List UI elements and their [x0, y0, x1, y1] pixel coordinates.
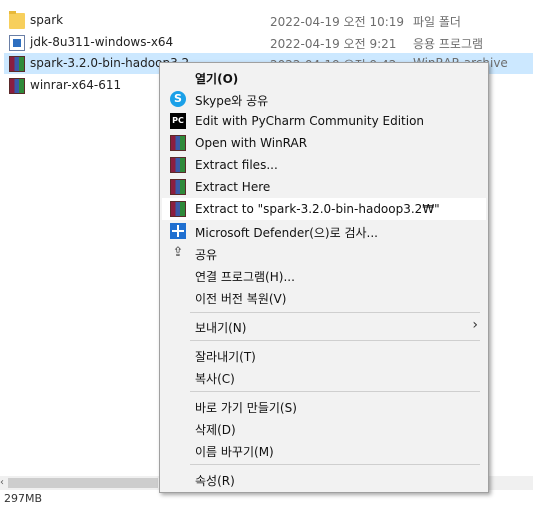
java-installer-icon [9, 35, 25, 51]
menu-item-extract-to[interactable]: Extract to "spark-3.2.0-bin-hadoop3.2₩" [162, 198, 486, 220]
menu-item-label: 잘라내기(T) [195, 350, 256, 364]
menu-item-rename[interactable]: 이름 바꾸기(M) [162, 439, 486, 461]
menu-separator [190, 340, 480, 341]
menu-item-copy[interactable]: 복사(C) [162, 366, 486, 388]
scrollbar-thumb[interactable] [8, 478, 158, 488]
menu-separator [190, 391, 480, 392]
scroll-left-arrow-icon[interactable]: ‹ [0, 476, 8, 490]
chevron-right-icon: › [472, 317, 478, 333]
menu-item-edit-pycharm[interactable]: PC Edit with PyCharm Community Edition [162, 110, 486, 132]
defender-icon [170, 223, 186, 239]
skype-icon: S [170, 91, 186, 107]
winrar-icon [170, 135, 186, 151]
menu-item-label: 연결 프로그램(H)... [195, 270, 295, 284]
menu-item-label: Open with WinRAR [195, 136, 308, 150]
file-date: 2022-04-19 오전 10:19 [270, 15, 405, 29]
context-menu: 열기(O) S Skype와 공유 PC Edit with PyCharm C… [159, 62, 489, 493]
menu-item-restore-previous[interactable]: 이전 버전 복원(V) [162, 286, 486, 308]
winrar-icon [170, 201, 186, 217]
menu-item-label: 속성(R) [195, 474, 235, 488]
status-bar-size: 297MB [4, 492, 43, 505]
menu-item-label: 복사(C) [195, 372, 235, 386]
menu-separator [190, 464, 480, 465]
file-name: spark [30, 13, 64, 27]
winrar-archive-icon [9, 78, 25, 94]
winrar-icon [170, 179, 186, 195]
winrar-icon [170, 157, 186, 173]
share-icon: ⇪ [172, 245, 184, 260]
menu-item-label: 이전 버전 복원(V) [195, 292, 287, 306]
menu-item-label: 공유 [195, 248, 218, 262]
file-type: 파일 폴더 [413, 15, 461, 29]
menu-item-label: Extract to "spark-3.2.0-bin-hadoop3.2₩" [195, 202, 440, 216]
menu-item-share-skype[interactable]: S Skype와 공유 [162, 88, 486, 110]
file-name: winrar-x64-611 [30, 78, 122, 92]
file-row-spark[interactable]: spark 2022-04-19 오전 10:19 파일 폴더 [4, 10, 533, 31]
menu-item-label: 보내기(N) [195, 321, 247, 335]
menu-item-label: Skype와 공유 [195, 94, 269, 108]
file-row-jdk[interactable]: jdk-8u311-windows-x64 2022-04-19 오전 9:21… [4, 32, 533, 53]
menu-item-create-shortcut[interactable]: 바로 가기 만들기(S) [162, 395, 486, 417]
menu-separator [190, 312, 480, 313]
folder-icon [9, 11, 25, 29]
menu-item-extract-files[interactable]: Extract files... [162, 154, 486, 176]
file-name: jdk-8u311-windows-x64 [30, 35, 174, 49]
menu-item-open[interactable]: 열기(O) [162, 66, 486, 88]
menu-item-share[interactable]: ⇪ 공유 [162, 242, 486, 264]
menu-item-defender-scan[interactable]: Microsoft Defender(으)로 검사... [162, 220, 486, 242]
menu-item-cut[interactable]: 잘라내기(T) [162, 344, 486, 366]
menu-item-label: Extract Here [195, 180, 271, 194]
menu-item-label: Edit with PyCharm Community Edition [195, 114, 425, 128]
menu-item-label: Extract files... [195, 158, 278, 172]
menu-item-open-winrar[interactable]: Open with WinRAR [162, 132, 486, 154]
menu-item-label: 이름 바꾸기(M) [195, 445, 274, 459]
menu-item-label: Microsoft Defender(으)로 검사... [195, 226, 378, 240]
pycharm-icon: PC [170, 113, 186, 129]
menu-item-open-with[interactable]: 연결 프로그램(H)... [162, 264, 486, 286]
file-date: 2022-04-19 오전 9:21 [270, 37, 397, 51]
menu-item-label: 삭제(D) [195, 423, 236, 437]
winrar-archive-icon [9, 56, 25, 72]
menu-item-properties[interactable]: 속성(R) [162, 468, 486, 490]
menu-item-extract-here[interactable]: Extract Here [162, 176, 486, 198]
menu-item-send-to[interactable]: 보내기(N) › [162, 315, 486, 337]
menu-item-label: 열기(O) [195, 72, 239, 86]
file-type: 응용 프로그램 [413, 37, 484, 51]
menu-item-delete[interactable]: 삭제(D) [162, 417, 486, 439]
menu-item-label: 바로 가기 만들기(S) [195, 401, 297, 415]
